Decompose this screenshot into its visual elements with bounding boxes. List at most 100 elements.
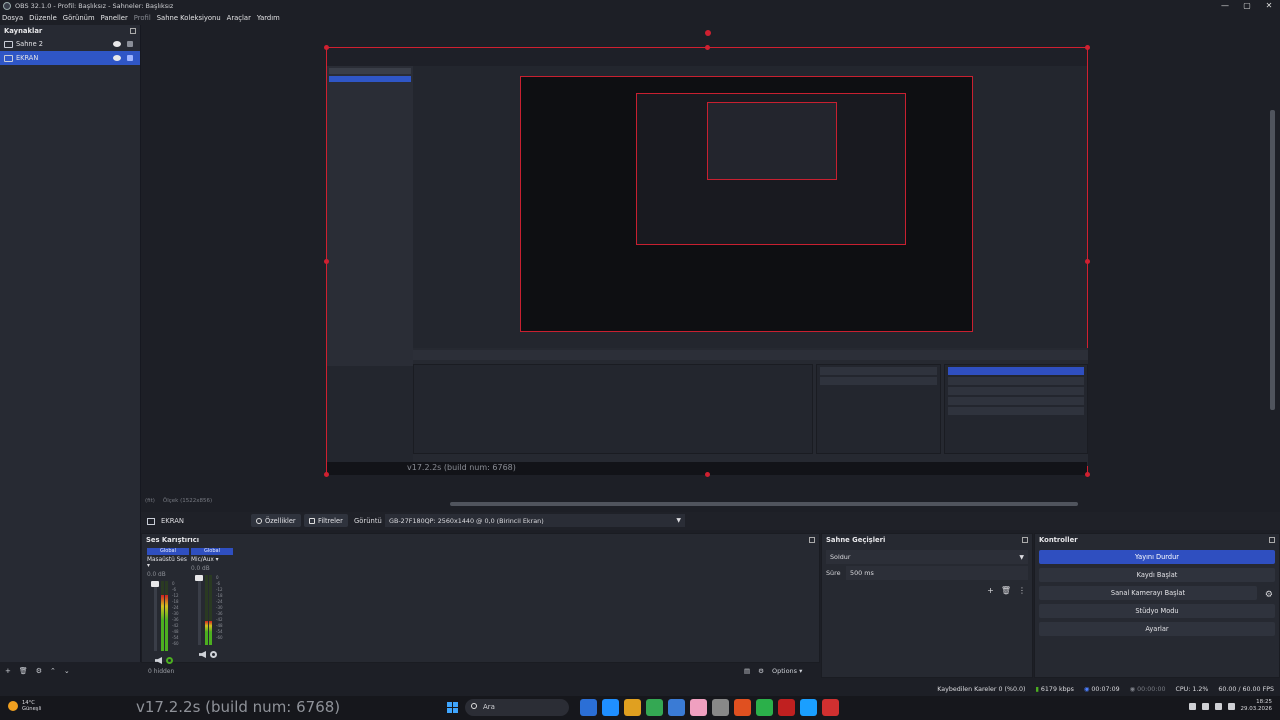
- speaker-icon[interactable]: [155, 657, 162, 664]
- taskbar-app-icon[interactable]: [602, 699, 619, 716]
- lock-icon[interactable]: [127, 41, 133, 47]
- move-up-icon[interactable]: ⌃: [50, 667, 56, 675]
- zoom-value[interactable]: (fit): [145, 498, 155, 504]
- zoom-label[interactable]: Ölçek (1522x856): [163, 498, 212, 504]
- resize-handle[interactable]: [324, 45, 329, 50]
- minimize-button[interactable]: —: [1214, 0, 1236, 12]
- source-item-ekran[interactable]: EKRAN: [0, 51, 140, 65]
- clock[interactable]: 18:25 29.03.2026: [1241, 699, 1273, 713]
- search-placeholder: Ara: [483, 703, 495, 711]
- controls-title: Kontroller: [1039, 536, 1078, 544]
- resize-handle[interactable]: [324, 472, 329, 477]
- properties-button[interactable]: Özellikler: [251, 514, 301, 527]
- resize-handle[interactable]: [1085, 472, 1090, 477]
- channel-db: 0.0 dB: [191, 566, 210, 572]
- undock-icon[interactable]: [1269, 537, 1275, 543]
- system-tray: 18:25 29.03.2026: [1188, 699, 1273, 713]
- tray-chevron-icon[interactable]: [1188, 702, 1196, 710]
- resize-handle[interactable]: [705, 472, 710, 477]
- rotation-handle[interactable]: [705, 30, 711, 36]
- battery-icon[interactable]: [1227, 702, 1235, 710]
- options-button[interactable]: Options ▾: [772, 667, 802, 675]
- menu-yardim[interactable]: Yardım: [257, 14, 280, 22]
- controls-dock: Kontroller Yayını Durdur Kaydı Başlat Sa…: [1034, 533, 1280, 678]
- display-select[interactable]: GB-27F180QP: 2560x1440 @ 0,0 (Birincil E…: [385, 514, 685, 527]
- network-icon[interactable]: [1201, 702, 1209, 710]
- more-options-icon[interactable]: ⋮: [1018, 586, 1026, 595]
- taskbar-app-icon[interactable]: [734, 699, 751, 716]
- source-item-sahne-2[interactable]: Sahne 2: [0, 37, 140, 51]
- resize-handle[interactable]: [324, 259, 329, 264]
- nested-obs-titlebar: [327, 48, 1087, 66]
- visibility-eye-icon[interactable]: [113, 41, 121, 47]
- taskbar-app-icon[interactable]: [712, 699, 729, 716]
- undock-icon[interactable]: [809, 537, 815, 543]
- menu-paneller[interactable]: Paneller: [101, 14, 128, 22]
- undock-icon[interactable]: [1022, 537, 1028, 543]
- start-virtual-camera-button[interactable]: Sanal Kamerayı Başlat: [1039, 586, 1257, 600]
- remove-transition-icon[interactable]: 🗑: [1001, 586, 1011, 595]
- taskbar-app-icon[interactable]: [668, 699, 685, 716]
- channel-db: 0.0 dB: [147, 572, 166, 578]
- virtual-camera-settings-icon[interactable]: ⚙: [1265, 590, 1273, 600]
- add-source-icon[interactable]: +: [5, 667, 11, 675]
- volume-fader[interactable]: [198, 575, 201, 645]
- channel-name[interactable]: Mic/Aux ▾: [191, 557, 233, 563]
- taskbar-app-icon[interactable]: [624, 699, 641, 716]
- maximize-button[interactable]: ▢: [1236, 0, 1258, 12]
- preview-vertical-scrollbar[interactable]: [1270, 110, 1275, 410]
- source-toolbar: EKRAN Özellikler Filtreler Görüntü GB-27…: [141, 512, 1280, 530]
- menu-dosya[interactable]: Dosya: [2, 14, 23, 22]
- resize-handle[interactable]: [1085, 259, 1090, 264]
- fader-knob[interactable]: [151, 581, 159, 587]
- source-settings-icon[interactable]: ⚙: [36, 667, 42, 675]
- menu-araclar[interactable]: Araçlar: [227, 14, 251, 22]
- stop-streaming-button[interactable]: Yayını Durdur: [1039, 550, 1275, 564]
- taskbar-app-icon[interactable]: [778, 699, 795, 716]
- taskbar-app-icon[interactable]: [690, 699, 707, 716]
- audio-settings-icon[interactable]: [166, 657, 173, 664]
- windows-start-icon[interactable]: [447, 702, 458, 713]
- transition-select[interactable]: Soldur ▼: [826, 550, 1028, 564]
- speaker-icon[interactable]: [199, 651, 206, 658]
- taskbar-app-icon[interactable]: [822, 699, 839, 716]
- mixer-layout-icon[interactable]: ▤: [744, 667, 750, 675]
- taskbar-app-icon[interactable]: [580, 699, 597, 716]
- hidden-count[interactable]: 0 hidden: [148, 668, 174, 675]
- duration-value: 500 ms: [850, 569, 874, 577]
- taskbar-app-icon[interactable]: [800, 699, 817, 716]
- taskbar-search[interactable]: Ara: [465, 699, 569, 716]
- settings-button[interactable]: Ayarlar: [1039, 622, 1275, 636]
- move-down-icon[interactable]: ⌄: [64, 667, 70, 675]
- menu-gorunum[interactable]: Görünüm: [63, 14, 95, 22]
- preview-horizontal-scrollbar[interactable]: [450, 502, 1078, 506]
- close-button[interactable]: ✕: [1258, 0, 1280, 12]
- taskbar-app-icon[interactable]: [646, 699, 663, 716]
- resize-handle[interactable]: [1085, 45, 1090, 50]
- weather-widget[interactable]: 14°C Güneşli: [8, 700, 41, 712]
- visibility-eye-icon[interactable]: [113, 55, 121, 61]
- start-recording-button[interactable]: Kaydı Başlat: [1039, 568, 1275, 582]
- remove-source-icon[interactable]: 🗑: [19, 667, 28, 675]
- menu-sahne-koleksiyonu[interactable]: Sahne Koleksiyonu: [157, 14, 221, 22]
- captured-screen-source[interactable]: v17.2.2s (build num: 6768): [326, 47, 1088, 475]
- audio-settings-icon[interactable]: [210, 651, 217, 658]
- add-transition-icon[interactable]: +: [987, 586, 994, 595]
- lock-icon[interactable]: [127, 55, 133, 61]
- channel-name[interactable]: Masaüstü Ses ▾: [147, 557, 189, 569]
- duration-spinbox[interactable]: 500 ms: [846, 566, 1028, 580]
- mixer-settings-icon[interactable]: ⚙: [758, 667, 764, 675]
- mixer-header: Ses Karıştırıcı: [142, 534, 819, 546]
- menu-profil[interactable]: Profil: [134, 14, 151, 22]
- volume-icon[interactable]: [1214, 702, 1222, 710]
- undock-icon[interactable]: [130, 28, 136, 34]
- fader-knob[interactable]: [195, 575, 203, 581]
- resize-handle[interactable]: [705, 45, 710, 50]
- taskbar-app-icon[interactable]: [756, 699, 773, 716]
- filters-button[interactable]: Filtreler: [304, 514, 348, 527]
- nested-preview: [520, 76, 973, 332]
- menu-duzenle[interactable]: Düzenle: [29, 14, 57, 22]
- sources-dock: Kaynaklar Sahne 2 EKRAN: [0, 25, 141, 662]
- studio-mode-button[interactable]: Stüdyo Modu: [1039, 604, 1275, 618]
- volume-fader[interactable]: [154, 581, 157, 651]
